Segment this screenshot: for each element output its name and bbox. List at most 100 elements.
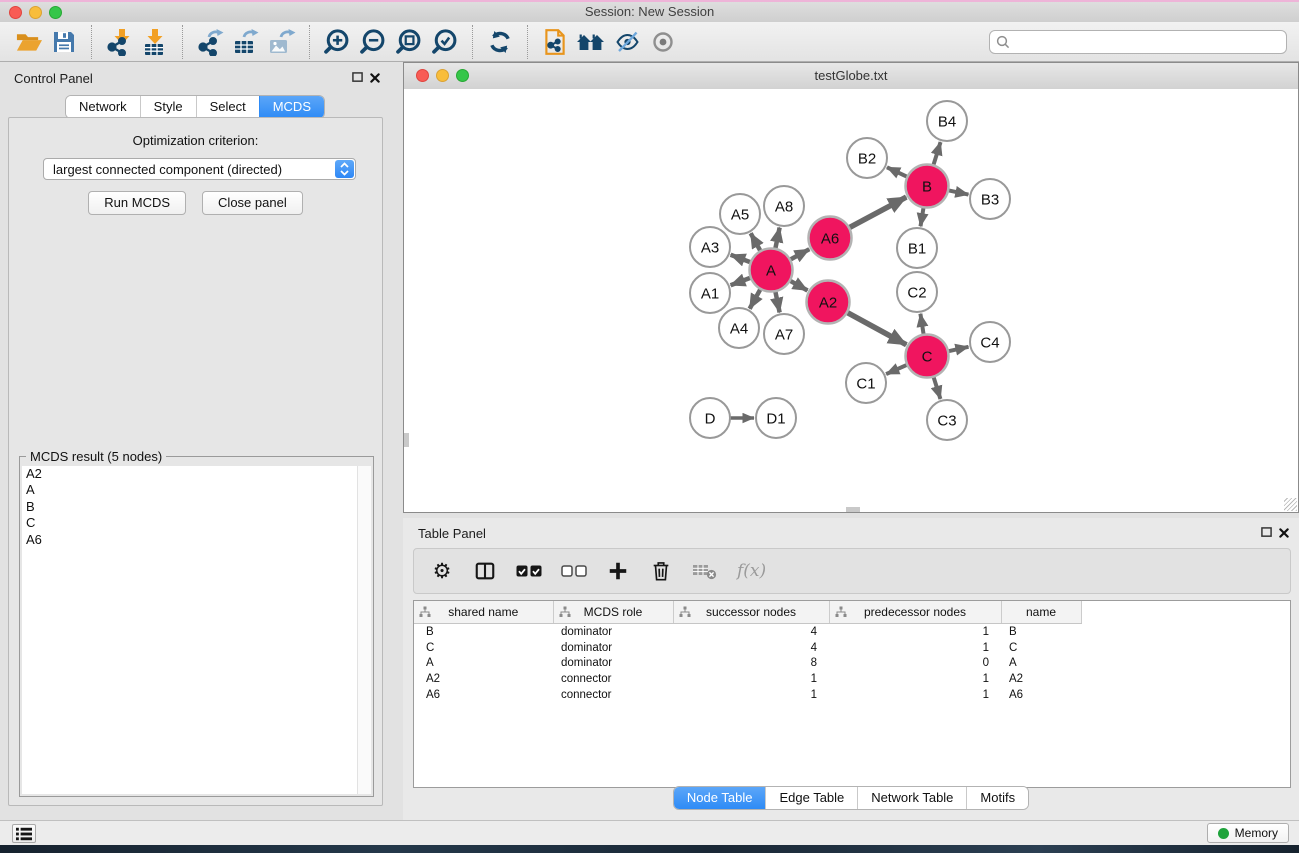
graph-node-A7[interactable]: A7 bbox=[764, 314, 804, 354]
control-panel-close-button[interactable] bbox=[368, 71, 382, 84]
export-network-button[interactable] bbox=[192, 26, 228, 58]
memory-button[interactable]: Memory bbox=[1207, 823, 1289, 843]
graph-node-C[interactable]: C bbox=[906, 335, 949, 378]
column-header-successor-nodes[interactable]: successor nodes bbox=[673, 601, 829, 624]
graph-node-A6[interactable]: A6 bbox=[809, 217, 852, 260]
graph-edge-B-B2[interactable] bbox=[887, 167, 908, 177]
search-input[interactable] bbox=[1014, 32, 1282, 52]
graph-node-C4[interactable]: C4 bbox=[970, 322, 1010, 362]
save-session-button[interactable] bbox=[46, 26, 82, 58]
mcds-result-item[interactable]: A bbox=[22, 482, 371, 498]
graph-edge-A-A3[interactable] bbox=[731, 255, 751, 263]
open-file-button[interactable] bbox=[10, 26, 46, 58]
graph-node-B1[interactable]: B1 bbox=[897, 228, 937, 268]
graph-node-B2[interactable]: B2 bbox=[847, 138, 887, 178]
run-mcds-button[interactable]: Run MCDS bbox=[88, 191, 186, 215]
task-history-button[interactable] bbox=[12, 824, 36, 843]
graph-edge-A6-B[interactable] bbox=[849, 197, 906, 228]
mcds-result-item[interactable]: C bbox=[22, 515, 371, 531]
graph-node-D1[interactable]: D1 bbox=[756, 398, 796, 438]
mcds-result-item[interactable]: A2 bbox=[22, 466, 371, 482]
tab-motifs[interactable]: Motifs bbox=[966, 787, 1028, 809]
table-row[interactable]: Cdominator41C bbox=[414, 640, 1081, 656]
graph-edge-A-A1[interactable] bbox=[731, 278, 751, 286]
graph-edge-A2-C[interactable] bbox=[847, 312, 906, 344]
graph-node-C2[interactable]: C2 bbox=[897, 272, 937, 312]
table-row[interactable]: Adominator80A bbox=[414, 655, 1081, 671]
column-header-mcds-role[interactable]: MCDS role bbox=[553, 601, 673, 624]
zoom-in-button[interactable] bbox=[319, 26, 355, 58]
import-network-button[interactable] bbox=[101, 26, 137, 58]
apply-layout-button[interactable] bbox=[482, 26, 518, 58]
criterion-select[interactable]: largest connected component (directed) bbox=[43, 158, 356, 180]
graph-node-A1[interactable]: A1 bbox=[690, 273, 730, 313]
clone-network-button[interactable] bbox=[537, 26, 573, 58]
table-row[interactable]: A6connector11A6 bbox=[414, 687, 1081, 703]
graph-node-A2[interactable]: A2 bbox=[807, 281, 850, 324]
graph-edge-A-A6[interactable] bbox=[790, 249, 809, 260]
network-vertical-scrollbar[interactable] bbox=[404, 433, 409, 447]
graph-node-B3[interactable]: B3 bbox=[970, 179, 1010, 219]
graph-node-C3[interactable]: C3 bbox=[927, 400, 967, 440]
graph-node-A8[interactable]: A8 bbox=[764, 186, 804, 226]
graph-edge-A-A5[interactable] bbox=[751, 233, 761, 251]
table-row[interactable]: Bdominator41B bbox=[414, 624, 1081, 640]
unselect-all-columns-button[interactable] bbox=[561, 558, 587, 584]
mcds-result-item[interactable]: A6 bbox=[22, 532, 371, 548]
column-header-shared-name[interactable]: shared name bbox=[414, 601, 553, 624]
close-panel-button[interactable]: Close panel bbox=[202, 191, 303, 215]
column-header-name[interactable]: name bbox=[1001, 601, 1081, 624]
graph-edge-C-C3[interactable] bbox=[933, 377, 940, 399]
graph-edge-A-A7[interactable] bbox=[775, 291, 779, 312]
graph-edge-B-B3[interactable] bbox=[948, 190, 968, 194]
graph-node-A4[interactable]: A4 bbox=[719, 308, 759, 348]
home-button[interactable] bbox=[573, 26, 609, 58]
result-scrollbar[interactable] bbox=[357, 466, 371, 794]
tab-edge-table[interactable]: Edge Table bbox=[765, 787, 857, 809]
network-window-titlebar[interactable]: testGlobe.txt bbox=[404, 63, 1298, 90]
show-graphics-button[interactable] bbox=[645, 26, 681, 58]
graph-edge-A-A2[interactable] bbox=[790, 281, 808, 291]
table-row[interactable]: A2connector11A2 bbox=[414, 671, 1081, 687]
graph-node-B4[interactable]: B4 bbox=[927, 101, 967, 141]
graph-edge-C-C2[interactable] bbox=[920, 314, 923, 335]
zoom-fit-button[interactable] bbox=[391, 26, 427, 58]
graph-node-A[interactable]: A bbox=[750, 249, 793, 292]
network-resize-grip[interactable] bbox=[1284, 498, 1297, 511]
zoom-out-button[interactable] bbox=[355, 26, 391, 58]
graph-edge-A-A8[interactable] bbox=[775, 228, 779, 249]
network-horizontal-scrollbar[interactable] bbox=[846, 507, 860, 512]
tab-node-table[interactable]: Node Table bbox=[674, 787, 766, 809]
export-image-button[interactable] bbox=[264, 26, 300, 58]
graph-node-C1[interactable]: C1 bbox=[846, 363, 886, 403]
tab-network[interactable]: Network bbox=[66, 96, 140, 118]
graph-edge-B-B1[interactable] bbox=[921, 207, 924, 226]
table-panel-close-button[interactable] bbox=[1277, 526, 1291, 539]
control-panel-float-button[interactable] bbox=[350, 71, 364, 84]
tab-select[interactable]: Select bbox=[196, 96, 259, 118]
network-canvas[interactable]: B4 B2 B B3 A8A5 A6 B1 A3 A C2 A1 A2 A4A7 C4 C C1 D D1 C3 bbox=[404, 89, 1298, 512]
import-table-button[interactable] bbox=[137, 26, 173, 58]
graph-edge-C-C1[interactable] bbox=[886, 365, 907, 374]
graph-edge-A-A4[interactable] bbox=[750, 289, 761, 309]
toggle-columns-button[interactable] bbox=[473, 558, 497, 584]
graph-node-A5[interactable]: A5 bbox=[720, 194, 760, 234]
export-table-button[interactable] bbox=[228, 26, 264, 58]
tab-style[interactable]: Style bbox=[140, 96, 196, 118]
zoom-selected-button[interactable] bbox=[427, 26, 463, 58]
table-panel-float-button[interactable] bbox=[1259, 526, 1273, 539]
delete-columns-button[interactable] bbox=[649, 558, 673, 584]
graph-node-B[interactable]: B bbox=[906, 165, 949, 208]
tab-mcds[interactable]: MCDS bbox=[259, 96, 324, 118]
graph-node-A3[interactable]: A3 bbox=[690, 227, 730, 267]
tab-network-table[interactable]: Network Table bbox=[857, 787, 966, 809]
graph-edge-C-C4[interactable] bbox=[948, 347, 969, 352]
column-header-predecessor-nodes[interactable]: predecessor nodes bbox=[829, 601, 1001, 624]
create-column-button[interactable] bbox=[606, 558, 630, 584]
hide-graphics-button[interactable] bbox=[609, 26, 645, 58]
select-all-columns-button[interactable] bbox=[516, 558, 542, 584]
graph-node-D[interactable]: D bbox=[690, 398, 730, 438]
graph-edge-B-B4[interactable] bbox=[933, 142, 940, 165]
mcds-result-item[interactable]: B bbox=[22, 499, 371, 515]
table-settings-button[interactable]: ⚙ bbox=[430, 558, 454, 584]
